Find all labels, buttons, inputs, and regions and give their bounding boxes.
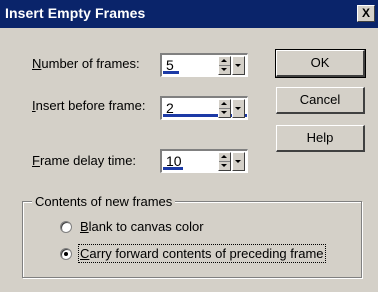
blank-hotkey: B bbox=[80, 219, 89, 234]
help-button[interactable]: Help bbox=[276, 125, 365, 152]
number-of-frames-decrement-button[interactable] bbox=[232, 56, 245, 75]
insert-before-frame-label: Insert before frame: bbox=[32, 98, 145, 113]
number-of-frames-stepper[interactable] bbox=[218, 56, 246, 75]
frame-delay-time-indicator bbox=[163, 167, 183, 170]
title-bar[interactable]: Insert Empty Frames X bbox=[0, 0, 378, 28]
frame-delay-time-label: Frame delay time: bbox=[32, 153, 136, 168]
insert-before-frame-decrement-button[interactable] bbox=[232, 99, 245, 118]
carry-label-text: arry forward contents of preceding frame bbox=[89, 246, 324, 261]
stepper-divider bbox=[219, 108, 230, 109]
cancel-button[interactable]: Cancel bbox=[276, 87, 365, 114]
frame-delay-time-field[interactable]: 10 bbox=[160, 149, 248, 173]
insert-before-frame-label-text: nsert before frame: bbox=[35, 98, 146, 113]
arrow-down-icon bbox=[235, 64, 241, 67]
number-of-frames-field[interactable]: 5 bbox=[160, 53, 248, 77]
dialog-title: Insert Empty Frames bbox=[5, 5, 146, 21]
close-button[interactable]: X bbox=[357, 5, 375, 22]
arrow-down-icon bbox=[235, 160, 241, 163]
close-icon: X bbox=[361, 6, 370, 20]
arrow-up-icon bbox=[221, 102, 227, 105]
arrow-down-icon bbox=[235, 107, 241, 110]
blank-to-canvas-label[interactable]: Blank to canvas color bbox=[80, 219, 204, 234]
frame-delay-time-label-text: rame delay time: bbox=[39, 153, 137, 168]
frame-delay-time-decrement-button[interactable] bbox=[232, 152, 245, 171]
number-of-frames-increment-button[interactable] bbox=[218, 56, 231, 75]
carry-hotkey: C bbox=[80, 246, 90, 261]
frame-delay-time-increment-button[interactable] bbox=[218, 152, 231, 171]
arrow-down-icon bbox=[221, 111, 227, 114]
stepper-divider bbox=[219, 161, 230, 162]
blank-label-text: lank to canvas color bbox=[88, 219, 204, 234]
number-of-frames-label: Number of frames: bbox=[32, 56, 140, 71]
group-legend: Contents of new frames bbox=[32, 194, 176, 209]
insert-empty-frames-dialog: Insert Empty Frames X Number of frames: … bbox=[0, 0, 378, 292]
contents-of-new-frames-group bbox=[22, 201, 362, 278]
insert-before-frame-stepper[interactable] bbox=[218, 99, 246, 118]
arrow-down-icon bbox=[221, 164, 227, 167]
stepper-divider bbox=[219, 65, 230, 66]
carry-forward-label[interactable]: Carry forward contents of preceding fram… bbox=[78, 244, 326, 263]
number-of-frames-label-text: umber of frames: bbox=[41, 56, 140, 71]
radio-selected-dot bbox=[64, 252, 68, 256]
arrow-up-icon bbox=[221, 155, 227, 158]
arrow-up-icon bbox=[221, 59, 227, 62]
ok-button[interactable]: OK bbox=[275, 49, 366, 78]
insert-before-frame-field[interactable]: 2 bbox=[160, 96, 248, 120]
blank-to-canvas-radio[interactable] bbox=[60, 221, 72, 233]
frame-delay-time-hotkey: F bbox=[32, 153, 40, 168]
number-of-frames-indicator bbox=[163, 71, 179, 74]
arrow-down-icon bbox=[221, 68, 227, 71]
number-of-frames-hotkey: N bbox=[32, 56, 42, 71]
carry-forward-radio[interactable] bbox=[60, 248, 72, 260]
insert-before-frame-increment-button[interactable] bbox=[218, 99, 231, 118]
frame-delay-time-stepper[interactable] bbox=[218, 152, 246, 171]
